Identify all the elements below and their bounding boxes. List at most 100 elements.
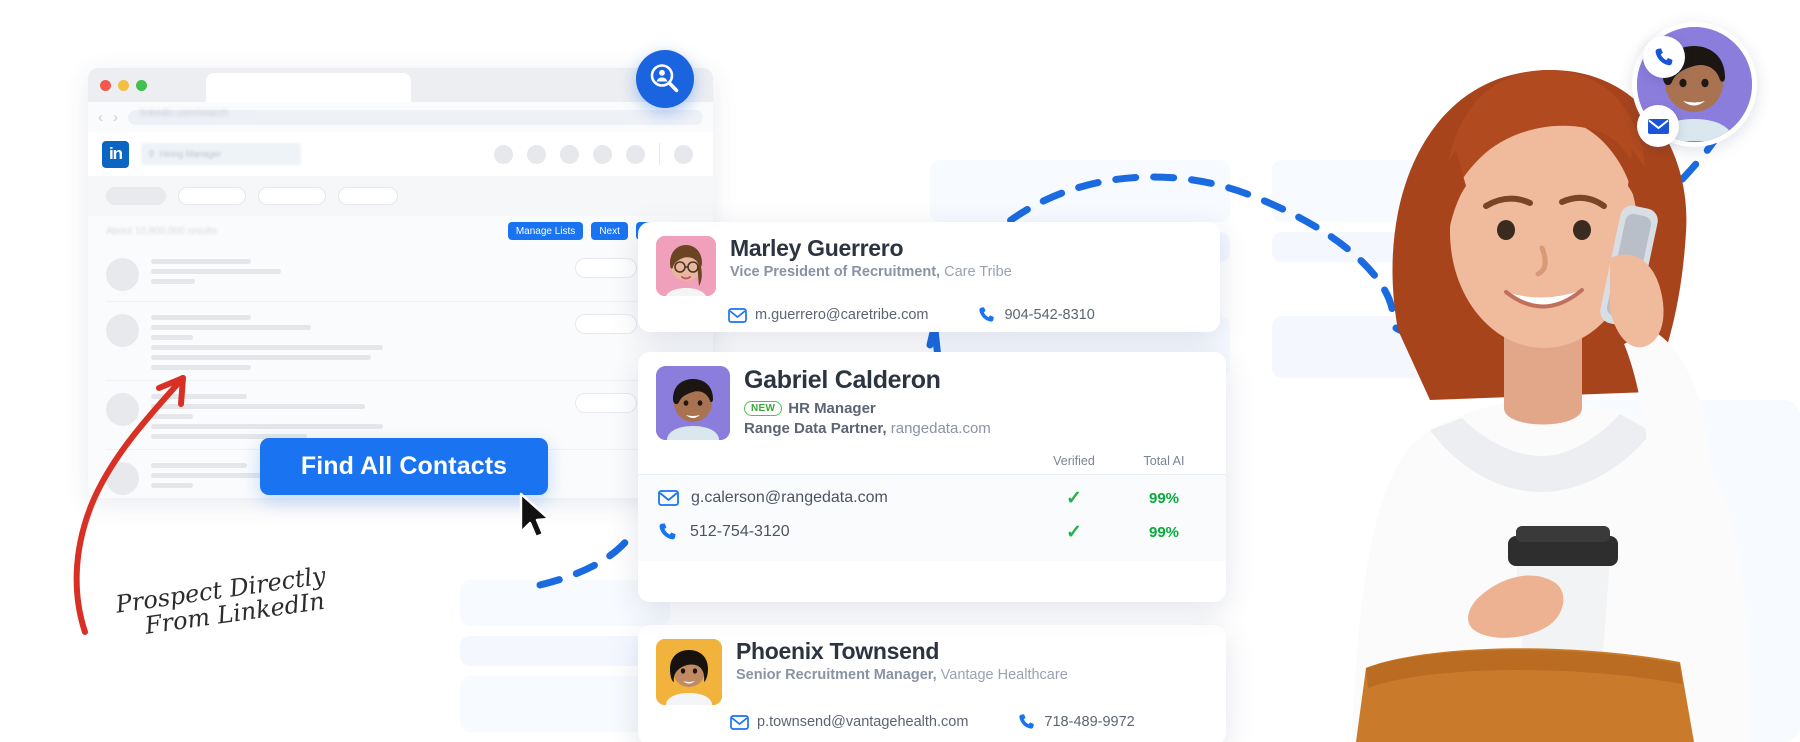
contact-name: Phoenix Townsend bbox=[736, 638, 940, 664]
nav-notifications-icon[interactable] bbox=[626, 144, 645, 164]
contact-company: Care Tribe bbox=[944, 263, 1012, 280]
divider bbox=[659, 143, 660, 165]
avatar bbox=[656, 639, 722, 705]
contact-card[interactable]: Phoenix Townsend Senior Recruitment Mana… bbox=[638, 625, 1226, 742]
email-badge[interactable] bbox=[1637, 105, 1679, 147]
card-header: Marley Guerrero Vice President of Recrui… bbox=[638, 222, 1220, 296]
browser-tab[interactable] bbox=[206, 73, 411, 102]
verified-check-icon: ✓ bbox=[1066, 521, 1082, 543]
envelope-icon bbox=[658, 490, 679, 506]
filter-pill[interactable] bbox=[338, 187, 398, 205]
phone-icon bbox=[1655, 47, 1672, 65]
card-identity: Phoenix Townsend Senior Recruitment Mana… bbox=[736, 638, 1068, 705]
linkedin-search-input[interactable]: ⚲ Hiring Manager bbox=[141, 143, 301, 165]
filter-pill[interactable] bbox=[178, 187, 246, 205]
bg-block bbox=[930, 160, 1230, 222]
linkedin-search-text: Hiring Manager bbox=[159, 149, 222, 159]
table-row[interactable]: ⚲ Find bbox=[106, 246, 695, 302]
email-value: g.calerson@rangedata.com bbox=[691, 489, 888, 506]
close-icon[interactable] bbox=[100, 80, 111, 91]
nav-messaging-icon[interactable] bbox=[593, 144, 612, 164]
nav-jobs-icon[interactable] bbox=[560, 144, 579, 164]
table-body: g.calerson@rangedata.com ✓ 99% 512-754-3… bbox=[638, 474, 1226, 561]
col-total-ai: Total AI bbox=[1143, 454, 1185, 468]
card-identity: Marley Guerrero Vice President of Recrui… bbox=[730, 235, 1012, 296]
manage-lists-button[interactable]: Manage Lists bbox=[507, 222, 584, 240]
nav-home-icon[interactable] bbox=[494, 144, 513, 164]
contact-role: Senior Recruitment Manager, Vantage Heal… bbox=[736, 666, 1068, 683]
total-ai-value: 99% bbox=[1148, 523, 1180, 541]
contact-title: Vice President of Recruitment bbox=[730, 263, 937, 280]
nav-profile-avatar[interactable] bbox=[674, 144, 693, 164]
filter-pill[interactable] bbox=[258, 187, 326, 205]
person-search-badge[interactable] bbox=[636, 50, 694, 108]
window-controls[interactable] bbox=[100, 80, 147, 91]
phone-value: 904-542-8310 bbox=[1004, 307, 1095, 323]
minimize-icon[interactable] bbox=[118, 80, 129, 91]
maximize-icon[interactable] bbox=[136, 80, 147, 91]
row-note-input[interactable] bbox=[575, 314, 638, 334]
phone-badge[interactable] bbox=[1643, 36, 1685, 78]
phone-icon bbox=[979, 307, 995, 322]
phone-entry[interactable]: 904-542-8310 bbox=[978, 306, 1095, 324]
phone-entry[interactable]: 512-754-3120 bbox=[658, 522, 1026, 542]
avatar bbox=[656, 236, 716, 296]
verified-check-icon: ✓ bbox=[1066, 487, 1082, 509]
avatar bbox=[656, 366, 730, 440]
linkedin-filter-row bbox=[88, 176, 713, 216]
url-input[interactable]: linkedin.com/search bbox=[128, 107, 703, 125]
contact-company: Range Data Partner bbox=[744, 420, 883, 437]
card-contact-row: m.guerrero@caretribe.com 904-542-8310 bbox=[638, 296, 1220, 324]
browser-urlbar: ‹ › linkedin.com/search bbox=[88, 102, 713, 132]
email-entry[interactable]: p.townsend@vantagehealth.com bbox=[730, 713, 968, 731]
row-text-placeholder bbox=[151, 312, 563, 370]
email-entry[interactable]: g.calerson@rangedata.com bbox=[658, 489, 1026, 507]
card-header: Phoenix Townsend Senior Recruitment Mana… bbox=[638, 625, 1226, 705]
results-toolbar: About 10,800,000 results Manage Lists Ne… bbox=[88, 216, 713, 246]
table-row[interactable]: 512-754-3120 ✓ 99% bbox=[658, 515, 1206, 549]
row-note-input[interactable] bbox=[575, 258, 638, 278]
contact-title: HR Manager bbox=[788, 400, 876, 417]
contact-card[interactable]: Gabriel Calderon NEW HR Manager Range Dat… bbox=[638, 352, 1226, 602]
row-text-placeholder bbox=[151, 391, 563, 439]
avatar bbox=[106, 258, 139, 291]
url-text: linkedin.com/search bbox=[140, 107, 229, 119]
nav-network-icon[interactable] bbox=[527, 144, 546, 164]
contact-domain: rangedata.com bbox=[890, 420, 991, 437]
contact-name: Marley Guerrero bbox=[730, 235, 904, 261]
linkedin-navbar: in ⚲ Hiring Manager bbox=[88, 132, 713, 176]
status-badge: NEW bbox=[744, 401, 783, 416]
table-row[interactable]: g.calerson@rangedata.com ✓ 99% bbox=[658, 481, 1206, 515]
linkedin-logo-icon: in bbox=[102, 140, 129, 168]
row-note-input[interactable] bbox=[575, 393, 638, 413]
contact-card[interactable]: Marley Guerrero Vice President of Recrui… bbox=[638, 222, 1220, 332]
email-value: p.townsend@vantagehealth.com bbox=[757, 714, 969, 730]
phone-entry[interactable]: 718-489-9972 bbox=[1018, 713, 1135, 731]
col-verified: Verified bbox=[1053, 454, 1095, 468]
find-all-contacts-button[interactable]: Find All Contacts bbox=[260, 438, 548, 495]
hero-illustration: ‹ › linkedin.com/search in ⚲ Hiring Mana… bbox=[0, 0, 1800, 742]
filter-pill[interactable] bbox=[106, 187, 166, 205]
search-icon: ⚲ bbox=[148, 148, 155, 159]
browser-titlebar bbox=[88, 68, 713, 102]
next-button[interactable]: Next bbox=[591, 222, 628, 240]
find-all-contacts-label: Find All Contacts bbox=[300, 452, 508, 480]
envelope-icon bbox=[730, 714, 749, 730]
mouse-cursor-icon bbox=[519, 492, 551, 539]
avatar bbox=[106, 314, 139, 347]
table-header: Verified Total AI bbox=[658, 454, 1206, 474]
row-text-placeholder bbox=[151, 256, 563, 284]
back-icon[interactable]: ‹ bbox=[98, 110, 103, 125]
forward-icon[interactable]: › bbox=[113, 110, 118, 125]
phone-icon bbox=[659, 523, 676, 540]
contact-role: NEW HR Manager bbox=[744, 400, 991, 417]
linkedin-nav-icons bbox=[494, 143, 699, 165]
card-header: Gabriel Calderon NEW HR Manager Range Dat… bbox=[638, 352, 1226, 440]
email-entry[interactable]: m.guerrero@caretribe.com bbox=[728, 306, 928, 324]
phone-value: 718-489-9972 bbox=[1044, 714, 1135, 730]
phone-icon bbox=[1019, 714, 1035, 729]
phone-value: 512-754-3120 bbox=[690, 523, 790, 540]
contact-company: Vantage Healthcare bbox=[940, 666, 1068, 683]
email-value: m.guerrero@caretribe.com bbox=[755, 307, 929, 323]
envelope-icon bbox=[728, 307, 747, 323]
